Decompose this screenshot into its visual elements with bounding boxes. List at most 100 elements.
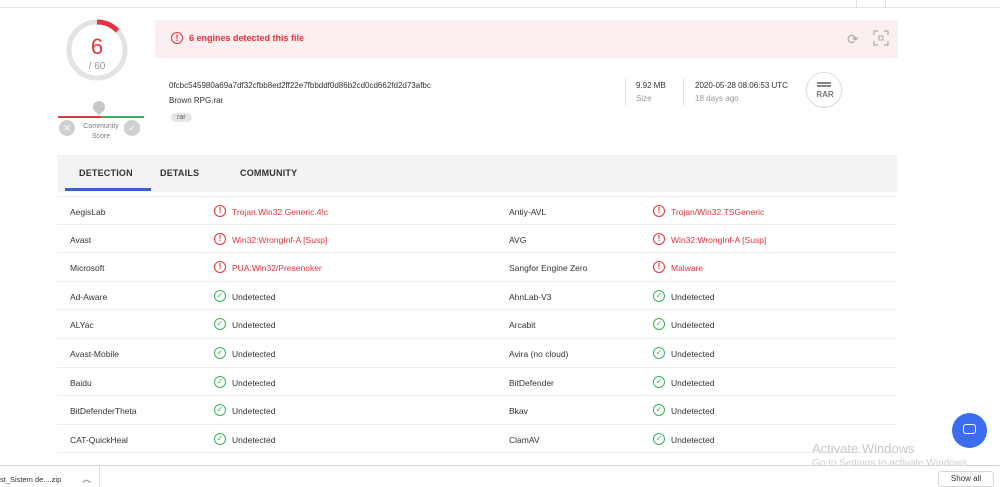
exclamation-circle-icon: ! bbox=[653, 205, 665, 217]
check-circle-icon: ✓ bbox=[653, 289, 665, 302]
table-row: ALYac ✓ Undetected Arcabit ✓ Undetected bbox=[57, 310, 897, 339]
windows-watermark-title: Activate Windows bbox=[812, 441, 915, 456]
engine-name: Avast bbox=[70, 234, 92, 245]
tab-community[interactable]: COMMUNITY bbox=[240, 168, 297, 178]
detection-result-text: Undetected bbox=[671, 377, 715, 388]
engine-name: Microsoft bbox=[70, 263, 105, 274]
exclamation-circle-icon: ! bbox=[214, 205, 226, 217]
divider bbox=[683, 78, 684, 106]
file-type-label: RAR bbox=[816, 90, 834, 99]
browser-top-edge bbox=[0, 0, 1000, 8]
engine-name: BitDefender bbox=[509, 377, 554, 388]
detection-result-text: Undetected bbox=[671, 291, 715, 302]
detection-result-text: Undetected bbox=[232, 320, 276, 331]
engine-name: Avast-Mobile bbox=[70, 348, 119, 359]
engine-name: Sangfor Engine Zero bbox=[509, 263, 588, 274]
engine-name: Avira (no cloud) bbox=[509, 348, 569, 359]
download-file-name: st_Sistem de....zip bbox=[0, 475, 62, 484]
community-score-bar bbox=[58, 116, 144, 118]
detection-result-text: Undetected bbox=[232, 377, 276, 388]
check-circle-icon: ✓ bbox=[653, 346, 665, 359]
archive-stripes bbox=[817, 82, 831, 87]
engine-name: CAT-QuickHeal bbox=[70, 434, 128, 445]
table-row: BitDefenderTheta ✓ Undetected Bkav ✓ Undetect… bbox=[57, 396, 897, 425]
detection-message: 6 engines detected this file bbox=[189, 33, 305, 43]
tab-details[interactable]: DETAILS bbox=[160, 168, 199, 178]
detection-result-text: Undetected bbox=[232, 406, 276, 417]
detection-table: AegisLab! Trojan.Win32.Generic.4!c Antiy-A… bbox=[57, 196, 897, 454]
exclamation-circle-icon: ! bbox=[214, 232, 226, 245]
table-row: CAT-QuickHeal ✓ Undetected ClamAV ✓ Undetecte… bbox=[57, 425, 897, 454]
file-hash[interactable]: 0fcbc545980a69a7df32cfbb8ed2ff22e7fbbddf… bbox=[169, 81, 431, 90]
check-circle-icon: ✓ bbox=[653, 404, 665, 417]
community-label-line2: Score bbox=[91, 133, 111, 140]
community-score-label: Community Score bbox=[78, 122, 124, 142]
engine-name: ALYac bbox=[70, 320, 94, 331]
detection-banner: ! 6 engines detected this file ⟳ bbox=[155, 20, 898, 58]
file-type-icon: RAR bbox=[806, 72, 842, 108]
engine-name: BitDefenderTheta bbox=[70, 406, 137, 417]
chevron-up-icon[interactable]: ︿ bbox=[82, 472, 91, 485]
expand-icon[interactable] bbox=[873, 30, 889, 46]
file-tag[interactable]: rar bbox=[171, 113, 192, 122]
detection-result-text: PUA:Win32/Presenoker bbox=[232, 263, 322, 274]
download-item[interactable]: st_Sistem de....zip ︿ bbox=[0, 466, 100, 487]
exclamation-circle-icon: ! bbox=[653, 261, 665, 274]
toolbar-segment bbox=[856, 0, 886, 8]
table-row: Avast-Mobile ✓ Undetected Avira (no cloud) ✓… bbox=[57, 339, 897, 368]
check-circle-icon: ✓ bbox=[653, 432, 665, 445]
analysis-date-label: 18 days ago bbox=[695, 94, 739, 103]
score-total: / 60 bbox=[88, 61, 106, 72]
engine-name: Arcabit bbox=[509, 320, 536, 331]
detection-result-text: Win32:WrongInf-A [Susp] bbox=[232, 234, 328, 245]
upvote-icon[interactable]: ✓ bbox=[124, 120, 140, 136]
detection-result-text: Trojan.Win32.Generic.4!c bbox=[232, 207, 329, 217]
detection-score-gauge: 6 / 60 bbox=[65, 18, 129, 82]
virustotal-page: 6 / 60 ✕ Community Score ✓ ! 6 engines d… bbox=[0, 0, 1000, 487]
engine-name: AVG bbox=[509, 234, 527, 245]
check-circle-icon: ✓ bbox=[653, 375, 665, 388]
detection-result-text: Win32:WrongInf-A [Susp] bbox=[671, 234, 767, 245]
active-tab-indicator bbox=[65, 188, 151, 191]
check-circle-icon: ✓ bbox=[214, 346, 226, 359]
file-size-label: Size bbox=[636, 94, 652, 103]
engine-name: Ad-Aware bbox=[70, 291, 108, 302]
community-score: ✕ Community Score ✓ bbox=[56, 98, 146, 144]
engine-name: Baidu bbox=[70, 377, 92, 388]
check-circle-icon: ✓ bbox=[214, 432, 226, 445]
chat-button[interactable] bbox=[952, 413, 987, 448]
community-label-line1: Community bbox=[83, 123, 119, 130]
table-row: Avast! Win32:WrongInf-A [Susp] AVG! Win32:W… bbox=[57, 225, 897, 254]
detection-result-text: Malware bbox=[671, 263, 704, 274]
check-circle-icon: ✓ bbox=[214, 289, 226, 302]
table-row: Ad-Aware ✓ Undetected AhnLab-V3 ✓ Undetected bbox=[57, 282, 897, 311]
detection-result-text: Undetected bbox=[671, 434, 715, 445]
table-row: Microsoft! PUA:Win32/Presenoker Sangfor En… bbox=[57, 253, 897, 282]
detection-result-text: Undetected bbox=[671, 320, 715, 331]
download-bar: st_Sistem de....zip ︿ Show all bbox=[0, 465, 1000, 487]
detection-result-text: Undetected bbox=[232, 291, 276, 302]
downvote-icon[interactable]: ✕ bbox=[59, 120, 75, 136]
exclamation-circle-icon: ! bbox=[171, 32, 183, 44]
divider bbox=[625, 78, 626, 106]
exclamation-circle-icon: ! bbox=[653, 232, 665, 245]
detection-result-text: Undetected bbox=[671, 348, 715, 359]
analysis-date-value: 2020-05-28 08:06:53 UTC bbox=[695, 81, 788, 90]
tab-detection[interactable]: DETECTION bbox=[79, 168, 133, 178]
file-size-value: 9.92 MB bbox=[636, 81, 666, 90]
check-circle-icon: ✓ bbox=[214, 375, 226, 388]
exclamation-circle-icon: ! bbox=[214, 261, 226, 274]
detection-result-text: Undetected bbox=[232, 434, 276, 445]
show-all-button[interactable]: Show all bbox=[938, 471, 994, 487]
community-score-marker bbox=[93, 101, 105, 116]
table-row: Baidu ✓ Undetected BitDefender ✓ Undetected bbox=[57, 368, 897, 397]
chat-icon bbox=[963, 424, 976, 434]
detection-result-text: Undetected bbox=[671, 406, 715, 417]
engine-name: ClamAV bbox=[509, 434, 540, 445]
check-circle-icon: ✓ bbox=[214, 318, 226, 331]
table-row: AegisLab! Trojan.Win32.Generic.4!c Antiy-A… bbox=[57, 196, 897, 225]
reload-icon[interactable]: ⟳ bbox=[847, 31, 859, 48]
score-positives: 6 bbox=[90, 34, 104, 59]
file-name: Brown RPG.rar bbox=[169, 96, 224, 105]
file-info: 0fcbc545980a69a7df32cfbb8ed2ff22e7fbbddf… bbox=[155, 62, 898, 130]
